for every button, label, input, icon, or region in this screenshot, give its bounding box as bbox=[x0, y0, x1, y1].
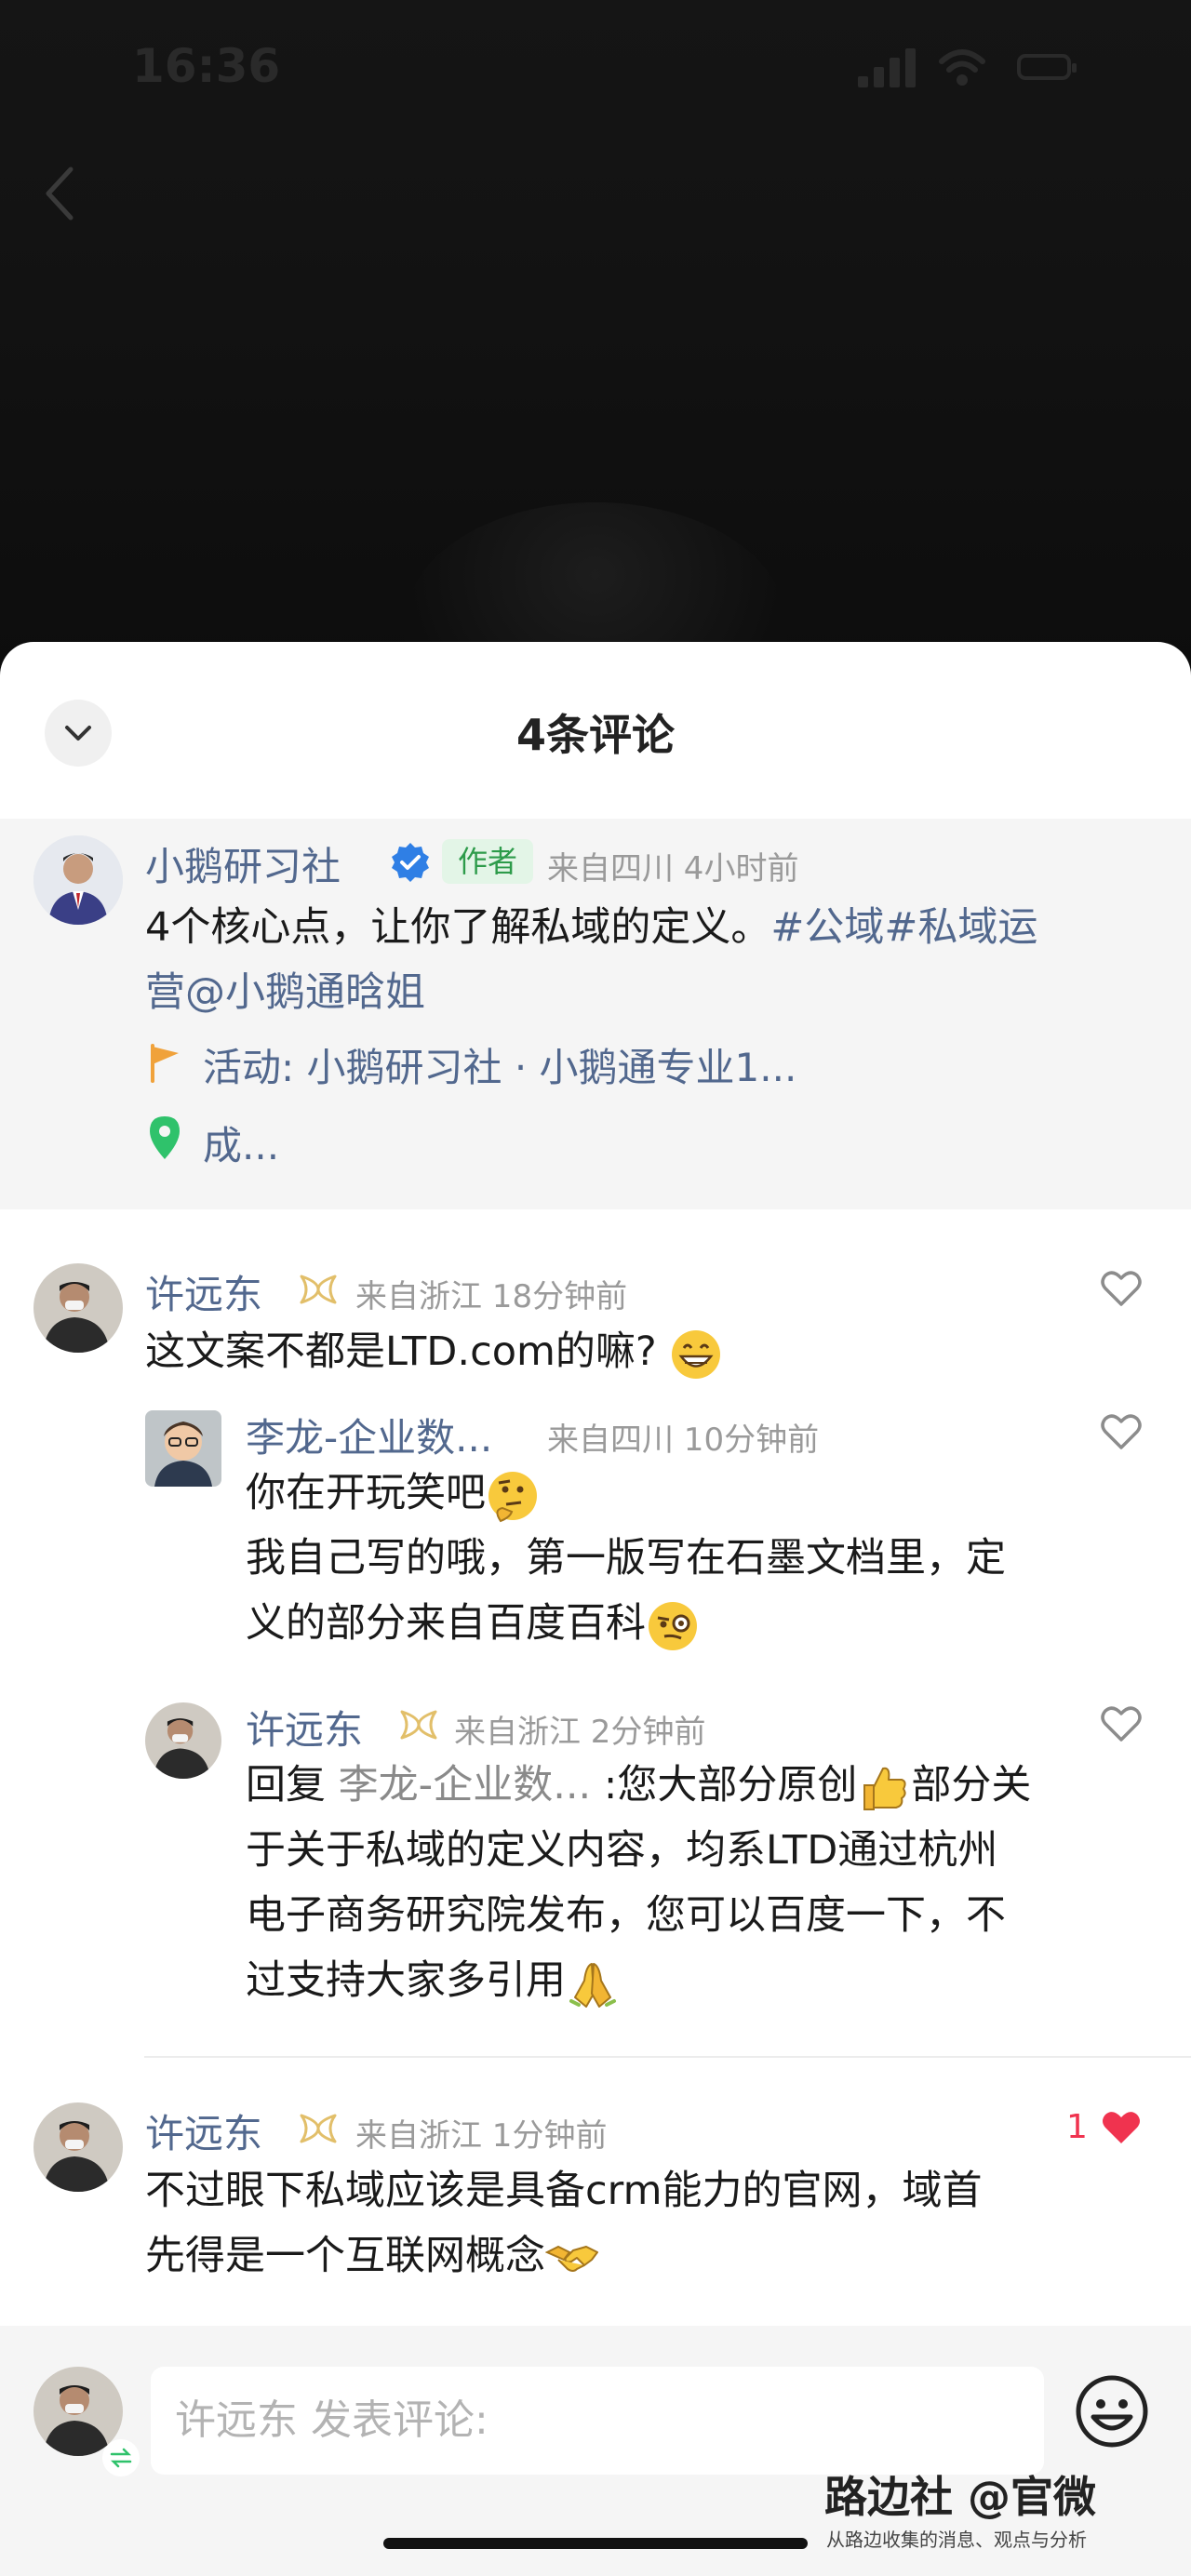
comment-input[interactable]: 许远东 发表评论: bbox=[151, 2367, 1044, 2475]
reply-line: 义的部分来自百度百科 bbox=[246, 1600, 646, 1647]
thinking-emoji-icon bbox=[488, 1471, 537, 1522]
watermark-title: 路边社 @官微 bbox=[824, 2472, 1097, 2522]
monocle-emoji-icon bbox=[649, 1601, 697, 1650]
person-portrait-icon bbox=[33, 1263, 123, 1353]
heart-outline-icon[interactable] bbox=[1100, 1704, 1143, 1743]
switch-account-icon[interactable] bbox=[102, 2439, 140, 2476]
reply-line: 你在开玩笑吧 bbox=[246, 1470, 486, 1516]
commenter-name[interactable]: 许远东 bbox=[145, 2102, 262, 2159]
commenter-avatar[interactable] bbox=[33, 1263, 123, 1353]
cartoon-avatar-icon bbox=[145, 1410, 221, 1487]
heart-filled-icon[interactable] bbox=[1100, 2108, 1143, 2147]
comment-count-title: 4条评论 bbox=[515, 710, 675, 760]
heart-outline-icon[interactable] bbox=[1100, 1269, 1143, 1308]
comment-text: 这文案不都是LTD.com的嘛? bbox=[145, 1319, 1076, 1384]
post-mention-line[interactable]: 营@小鹅通晗姐 bbox=[145, 969, 425, 1016]
comment-text-content: 这文案不都是LTD.com的嘛? bbox=[145, 1328, 657, 1375]
verified-badge-icon bbox=[392, 843, 429, 882]
reply-line: 我自己写的哦，第一版写在石墨文档里，定 bbox=[246, 1535, 1006, 1582]
back-arrow-icon[interactable] bbox=[41, 164, 78, 223]
person-portrait-icon bbox=[145, 1702, 221, 1779]
replier-name[interactable]: 许远东 bbox=[246, 1699, 363, 1755]
heart-outline-icon[interactable] bbox=[1100, 1412, 1143, 1451]
status-bar: 16:36 bbox=[0, 0, 1191, 140]
reply-meta: 来自浙江 2分钟前 bbox=[454, 1714, 706, 1751]
gold-badge-icon bbox=[300, 1275, 337, 1304]
swap-arrows-icon bbox=[110, 2448, 132, 2468]
watermark-subtitle: 从路边收集的消息、观点与分析 bbox=[826, 2529, 1087, 2551]
activity-link[interactable]: 活动: 小鹅研习社 · 小鹅通专业1... bbox=[203, 1036, 796, 1093]
location-link[interactable]: 成... bbox=[203, 1114, 279, 1171]
reply-line: 电子商务研究院发布，您可以百度一下，不 bbox=[246, 1892, 1006, 1939]
author-post: 小鹅研习社 作者 来自四川 4小时前 4个核心点，让你了解私域的定义。#公域#私… bbox=[0, 819, 1191, 1209]
location-pin-icon bbox=[150, 1116, 180, 1159]
comment-line: 先得是一个互联网概念 bbox=[145, 2233, 545, 2279]
reply-line: 于关于私域的定义内容，均系LTD通过杭州 bbox=[246, 1827, 998, 1874]
gold-badge-icon bbox=[400, 1710, 437, 1740]
folded-hands-emoji-icon bbox=[569, 1962, 616, 2008]
comment-line: 不过眼下私域应该是具备crm能力的官网，域首 bbox=[145, 2168, 983, 2214]
signal-icon bbox=[858, 48, 917, 87]
comment-sheet: 4条评论 小鹅研习社 作者 来自四川 4小时前 4个核心点，让你了解私域的定义。… bbox=[0, 642, 1191, 2576]
flag-icon bbox=[151, 1044, 179, 1083]
person-portrait-icon bbox=[33, 835, 123, 925]
comment-divider bbox=[144, 2056, 1191, 2058]
replier-avatar[interactable] bbox=[145, 1702, 221, 1779]
comment-text: 不过眼下私域应该是具备crm能力的官网，域首 先得是一个互联网概念 bbox=[145, 2158, 1169, 2289]
grin-emoji-icon bbox=[672, 1329, 721, 1379]
status-time: 16:36 bbox=[132, 39, 281, 93]
reply-line: :您大部分原创 bbox=[603, 1762, 858, 1809]
gold-badge-icon bbox=[300, 2114, 337, 2143]
reply-line: 部分关 bbox=[911, 1762, 1032, 1809]
home-indicator bbox=[383, 2538, 808, 2549]
sheet-header: 4条评论 bbox=[0, 642, 1191, 819]
author-name[interactable]: 小鹅研习社 bbox=[145, 835, 341, 892]
reply-line: 过支持大家多引用 bbox=[246, 1957, 566, 2004]
comment-meta: 来自浙江 18分钟前 bbox=[355, 1278, 628, 1315]
commenter-avatar[interactable] bbox=[33, 2102, 123, 2192]
reply-prefix: 回复 bbox=[246, 1762, 326, 1809]
commenter-name[interactable]: 许远东 bbox=[145, 1263, 262, 1320]
battery-icon bbox=[1017, 54, 1077, 80]
reply-text: 回复 李龙-企业数... :您大部分原创 部分关 于关于私域的定义内容，均系LT… bbox=[246, 1753, 1176, 2013]
reply-text: 你在开玩笑吧 我自己写的哦，第一版写在石墨文档里，定 义的部分来自百度百科 bbox=[246, 1461, 1176, 1656]
wifi-icon bbox=[939, 49, 985, 86]
post-text: 4个核心点，让你了解私域的定义。 bbox=[145, 904, 771, 951]
author-avatar[interactable] bbox=[33, 835, 123, 925]
post-hashtags[interactable]: #公域#私域运 bbox=[770, 904, 1037, 951]
author-post-text: 4个核心点，让你了解私域的定义。#公域#私域运 营@小鹅通晗姐 bbox=[145, 895, 1169, 1025]
reply-meta: 来自四川 10分钟前 bbox=[547, 1421, 820, 1459]
emoji-smile-icon[interactable] bbox=[1075, 2374, 1149, 2449]
person-portrait-icon bbox=[33, 2102, 123, 2192]
thumbs-up-emoji-icon bbox=[863, 1767, 906, 1810]
reply-to-name[interactable]: 李龙-企业数... bbox=[339, 1762, 592, 1809]
handshake-emoji-icon bbox=[545, 2245, 598, 2272]
author-tag: 作者 bbox=[442, 839, 533, 884]
replier-name[interactable]: 李龙-企业数... bbox=[246, 1407, 492, 1463]
author-post-meta: 来自四川 4小时前 bbox=[547, 850, 799, 888]
replier-avatar[interactable] bbox=[145, 1410, 221, 1487]
comment-meta: 来自浙江 1分钟前 bbox=[355, 2117, 608, 2155]
like-count: 1 bbox=[1066, 2108, 1088, 2146]
